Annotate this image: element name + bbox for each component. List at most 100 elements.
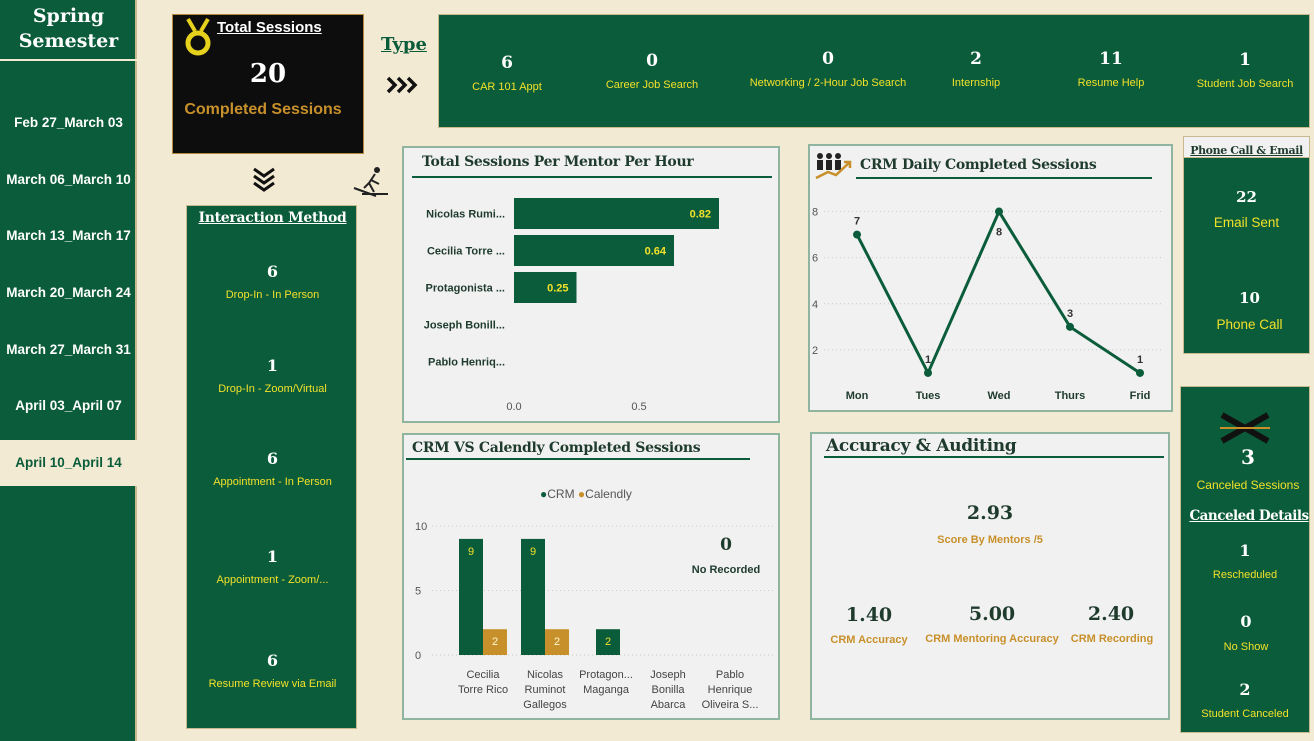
interaction-label: Drop-In - Zoom/Virtual	[218, 383, 327, 395]
week-button-3[interactable]: March 13_March 17	[0, 213, 137, 259]
mentor-label: Nicolas Rumi...	[426, 209, 505, 221]
week-button-1[interactable]: Feb 27_March 03	[0, 100, 137, 146]
bar-value-label: 9	[468, 546, 474, 558]
accuracy-title: Accuracy & Auditing	[826, 436, 1017, 456]
crm-accuracy-label: CRM Accuracy	[830, 634, 908, 646]
x-category-label: Gallegos	[523, 699, 567, 711]
type-value: 0	[822, 49, 834, 69]
interaction-item-appointment-zoom: 1 Appointment - Zoom/...	[187, 547, 358, 586]
interaction-item-resume-email: 6 Resume Review via Email	[187, 651, 358, 690]
type-value: 2	[970, 49, 982, 69]
type-value: 1	[1239, 50, 1251, 70]
type-item-car101: 6 CAR 101 Appt	[462, 53, 552, 93]
medal-icon	[185, 17, 211, 56]
x-tick-label: Mon	[846, 390, 869, 402]
week-button-5[interactable]: March 27_March 31	[0, 327, 137, 373]
student-canceled-value: 2	[1239, 680, 1251, 699]
no-recorded-value: 0	[720, 535, 732, 555]
bar-value-label: 2	[605, 636, 611, 648]
type-label: Internship	[951, 77, 1001, 89]
x-category-label: Joseph	[650, 669, 685, 681]
phone-email-heading: Phone Call & Email	[1190, 144, 1303, 157]
triple-chevron-right-icon	[386, 76, 418, 94]
daily-point-label: 3	[1067, 308, 1073, 320]
crm-recording-label: CRM Recording	[1070, 633, 1154, 645]
week-button-7-selected[interactable]: April 10_April 14	[0, 440, 137, 486]
crm-accuracy-value: 1.40	[845, 604, 893, 626]
crm-vs-calendly-chart-panel: CRM VS Calendly Completed Sessions ●CRM …	[402, 433, 780, 720]
week-button-6[interactable]: April 03_April 07	[0, 383, 137, 429]
no-recorded-label: No Recorded	[691, 564, 761, 576]
rescheduled-value: 1	[1239, 541, 1251, 560]
x-category-label: Abarca	[651, 699, 687, 711]
canceled-details-heading: Canceled Details	[1189, 508, 1309, 524]
y-tick-label: 5	[415, 586, 421, 598]
y-tick-label: 0	[415, 650, 421, 662]
y-tick-label: 4	[812, 299, 818, 311]
type-item-career-job-search: 0 Career Job Search	[602, 51, 702, 91]
type-label: Career Job Search	[605, 79, 699, 91]
daily-point-label: 8	[996, 227, 1002, 239]
student-canceled-label: Student Canceled	[1201, 708, 1289, 720]
phone-email-card: 22 Email Sent 10 Phone Call	[1183, 157, 1310, 354]
type-label: Networking / 2-Hour Job Search	[749, 77, 907, 89]
skier-icon	[353, 167, 388, 197]
x-category-label: Torre Rico	[458, 684, 508, 696]
interaction-method-heading: Interaction Method	[198, 210, 347, 226]
bar-value-label: 2	[492, 636, 498, 648]
mentoring-accuracy-value: 5.00	[968, 603, 1016, 625]
semester-title-line1: Spring	[32, 5, 105, 27]
type-heading: Type	[381, 34, 427, 55]
semester-title-line2: Semester	[18, 30, 119, 52]
mentor-bar	[514, 198, 719, 229]
crm-daily-chart-panel: CRM Daily Completed Sessions 2 4 6 8 7 Mon 1 Tu…	[808, 144, 1173, 412]
x-category-label: Henrique	[708, 684, 753, 696]
rescheduled-label: Rescheduled	[1212, 569, 1278, 581]
email-sent-label: Email Sent	[1213, 215, 1280, 230]
y-tick-label: 2	[812, 345, 818, 357]
type-value: 0	[646, 51, 658, 71]
score-by-mentors-value: 2.93	[966, 502, 1014, 524]
y-tick-label: 6	[812, 253, 818, 265]
interaction-label: Resume Review via Email	[208, 678, 337, 690]
interaction-method-card: Interaction Method 6 Drop-In - In Person…	[186, 205, 357, 729]
x-tick-label: 0.5	[631, 401, 646, 413]
type-value: 6	[501, 53, 513, 73]
week-button-4[interactable]: March 20_March 24	[0, 270, 137, 316]
crm-recording-value: 2.40	[1087, 603, 1135, 625]
semester-title: Spring Semester	[0, 4, 137, 54]
x-category-label: Protagon...	[579, 669, 633, 681]
x-tick-label: Frid	[1130, 390, 1151, 402]
crm-calendly-bar-chart: 0 5 10 9 9 2 2 2 Cecilia Torre Rico Nicolas Ruminot…	[415, 521, 776, 711]
week-sidebar: Spring Semester Feb 27_March 03 March 06…	[0, 0, 137, 741]
y-tick-label: 10	[415, 521, 427, 533]
total-sessions-card: Total Sessions 20 Completed Sessions	[172, 14, 364, 154]
type-item-networking: 0 Networking / 2-Hour Job Search	[748, 49, 908, 89]
interaction-label: Drop-In - In Person	[225, 289, 320, 301]
mentor-bar-chart: Nicolas Rumi... 0.82 Cecilia Torre ... 0.64…	[424, 198, 719, 413]
interaction-item-dropin-person: 6 Drop-In - In Person	[187, 262, 358, 301]
completed-sessions-label: Completed Sessions	[184, 101, 342, 118]
type-item-student-job-search: 1 Student Job Search	[1192, 50, 1298, 90]
week-button-2[interactable]: March 06_March 10	[0, 157, 137, 203]
mentor-label: Joseph Bonill...	[424, 320, 505, 332]
interaction-value: 6	[266, 651, 279, 670]
x-category-label: Cecilia	[466, 669, 500, 681]
daily-point-label: 1	[1137, 354, 1143, 366]
x-category-label: Maganga	[583, 684, 630, 696]
interaction-item-dropin-zoom: 1 Drop-In - Zoom/Virtual	[187, 356, 358, 395]
total-sessions-value: 20	[249, 59, 287, 89]
interaction-label: Appointment - Zoom/...	[216, 574, 329, 586]
daily-point	[1066, 322, 1074, 331]
type-item-resume-help: 11 Resume Help	[1066, 49, 1156, 89]
x-category-label: Pablo	[716, 669, 744, 681]
type-value: 11	[1099, 49, 1123, 69]
accuracy-auditing-panel: Accuracy & Auditing 2.93 Score By Mentor…	[810, 432, 1170, 720]
type-label: Resume Help	[1077, 77, 1145, 89]
x-category-label: Ruminot	[525, 684, 566, 696]
interaction-item-appointment-person: 6 Appointment - In Person	[187, 449, 358, 488]
type-strip: 6 CAR 101 Appt 0 Career Job Search 0 Net…	[438, 14, 1310, 128]
type-label: CAR 101 Appt	[472, 81, 542, 93]
interaction-label: Appointment - In Person	[213, 476, 332, 488]
phone-call-value: 10	[1239, 289, 1260, 307]
